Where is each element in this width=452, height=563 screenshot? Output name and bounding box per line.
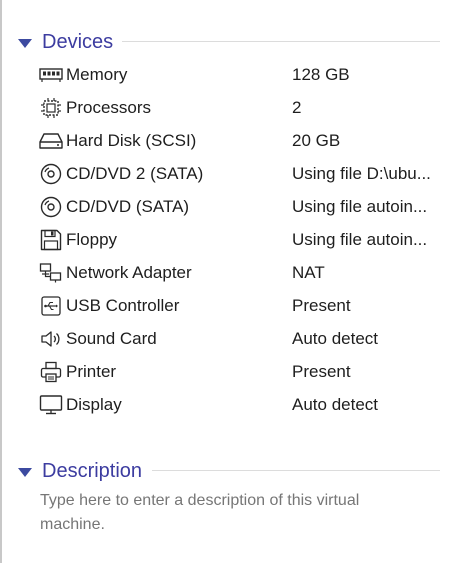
panel-left-border (0, 0, 2, 563)
device-row-display[interactable]: Display Auto detect (38, 388, 448, 421)
device-summary: Present (292, 361, 351, 381)
device-summary: 2 (292, 97, 302, 117)
device-name: Network Adapter (66, 262, 192, 282)
device-name: Sound Card (66, 328, 157, 348)
device-name: Memory (66, 64, 128, 84)
hard-disk-icon (38, 129, 64, 153)
speaker-icon (38, 327, 64, 351)
device-summary: 128 GB (292, 64, 350, 84)
description-section-header[interactable]: Description (18, 458, 142, 484)
usb-icon (38, 294, 64, 318)
processor-icon (38, 96, 64, 120)
monitor-icon (38, 393, 64, 417)
device-summary: Using file autoin... (292, 196, 428, 216)
cd-dvd-icon (38, 162, 64, 186)
description-section-title: Description (42, 460, 143, 482)
device-summary: NAT (292, 262, 325, 282)
device-summary: Using file autoin... (292, 229, 428, 249)
memory-icon (38, 63, 64, 87)
device-name: CD/DVD 2 (SATA) (66, 163, 204, 183)
device-row-floppy[interactable]: Floppy Using file autoin... (38, 223, 448, 256)
device-name: USB Controller (66, 295, 180, 315)
description-section-divider (152, 470, 440, 471)
device-name: Floppy (66, 229, 118, 249)
printer-icon (38, 360, 64, 384)
device-row-network-adapter[interactable]: Network Adapter NAT (38, 256, 448, 289)
floppy-icon (38, 228, 64, 252)
device-summary: Present (292, 295, 351, 315)
chevron-down-icon[interactable] (18, 38, 32, 48)
device-row-processors[interactable]: Processors 2 (38, 91, 448, 124)
chevron-down-icon[interactable] (18, 467, 32, 477)
device-name: Processors (66, 97, 152, 117)
cd-dvd-icon (38, 195, 64, 219)
device-name: Display (66, 394, 122, 414)
device-summary: Auto detect (292, 328, 379, 348)
device-name: Printer (66, 361, 117, 381)
device-row-cd-dvd[interactable]: CD/DVD (SATA) Using file autoin... (38, 190, 448, 223)
device-summary: 20 GB (292, 130, 341, 150)
device-row-printer[interactable]: Printer Present (38, 355, 448, 388)
device-summary: Using file D:\ubu... (292, 163, 431, 183)
network-adapter-icon (38, 261, 64, 285)
device-name: Hard Disk (SCSI) (66, 130, 197, 150)
device-row-memory[interactable]: Memory 128 GB (38, 58, 448, 91)
devices-section-header[interactable]: Devices (18, 29, 113, 55)
device-row-hard-disk[interactable]: Hard Disk (SCSI) 20 GB (38, 124, 448, 157)
devices-section-title: Devices (42, 31, 114, 53)
device-row-sound-card[interactable]: Sound Card Auto detect (38, 322, 448, 355)
description-input[interactable]: Type here to enter a description of this… (40, 489, 420, 537)
device-summary: Auto detect (292, 394, 379, 414)
vm-details-panel: Devices Memory 128 GB Processors 2 Hard … (0, 0, 452, 563)
device-row-usb-controller[interactable]: USB Controller Present (38, 289, 448, 322)
devices-section-divider (122, 41, 440, 42)
device-name: CD/DVD (SATA) (66, 196, 190, 216)
device-row-cd-dvd-2[interactable]: CD/DVD 2 (SATA) Using file D:\ubu... (38, 157, 448, 190)
